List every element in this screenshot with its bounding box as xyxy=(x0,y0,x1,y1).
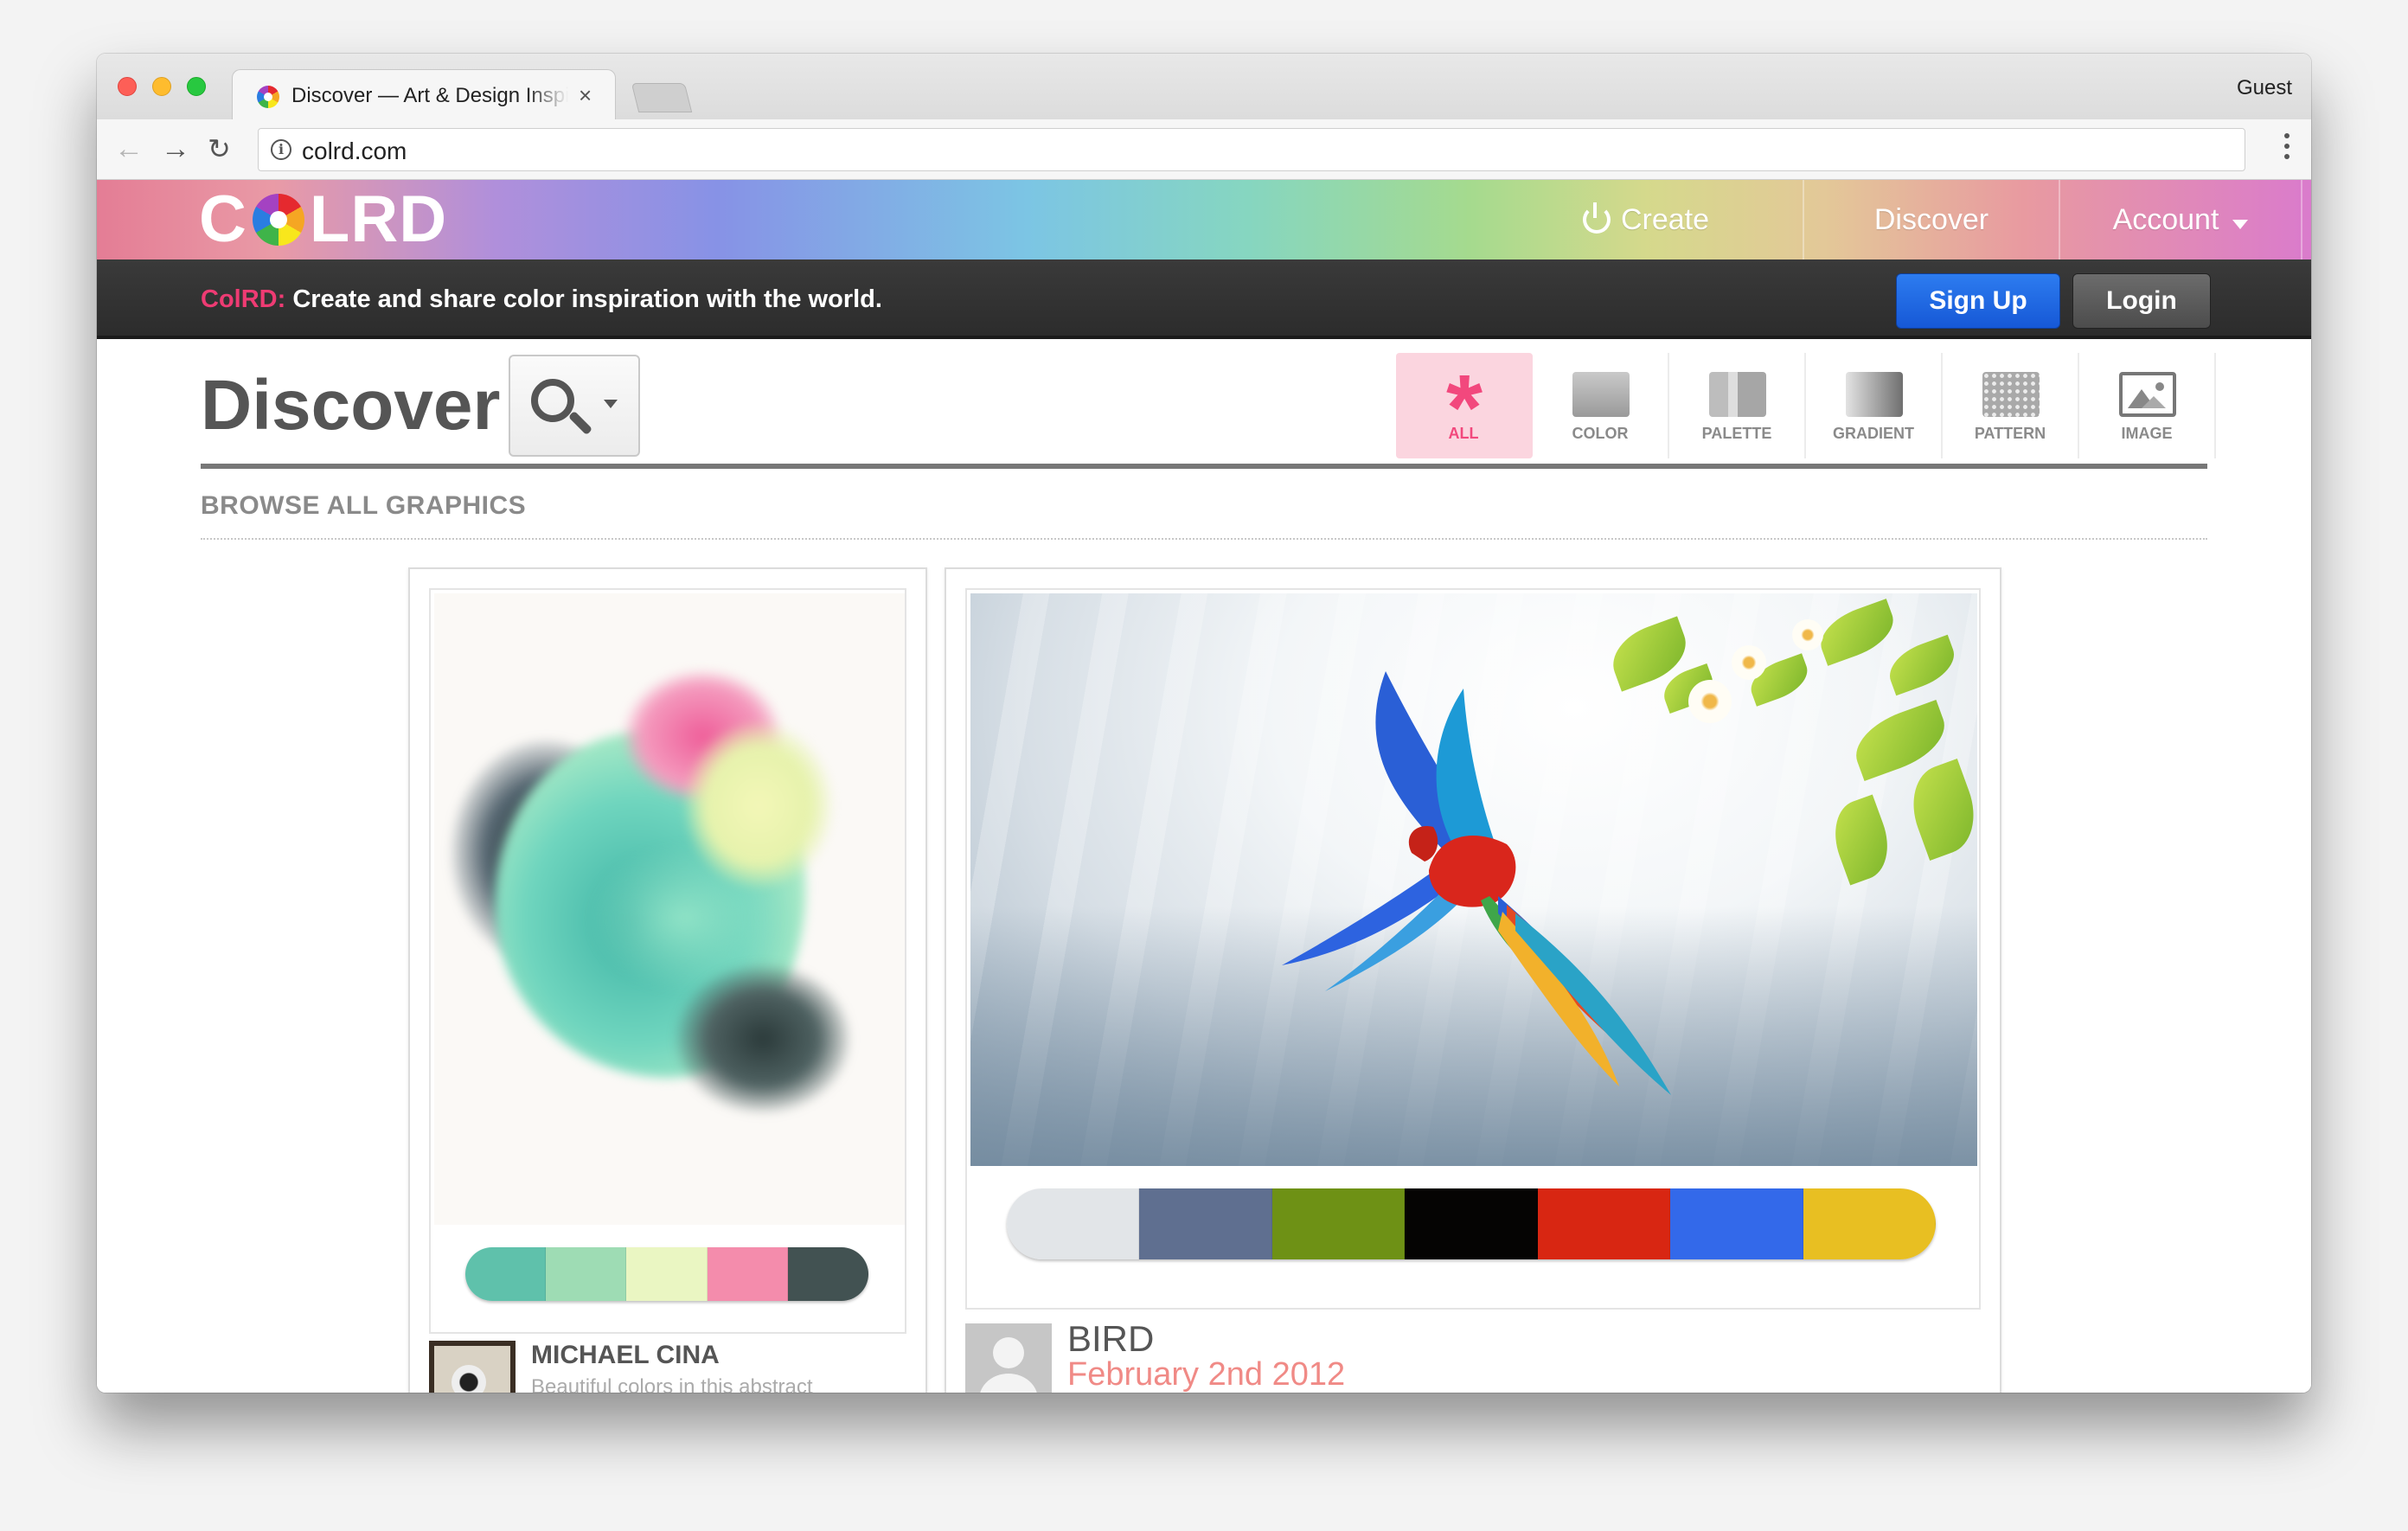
back-arrow-icon[interactable]: ← xyxy=(114,128,144,170)
logo-text-left: C xyxy=(199,183,247,256)
browser-toolbar: ← → ↻ i colrd.com xyxy=(97,119,2311,180)
graphic-card[interactable]: MICHAEL CINA Beautiful colors in this ab… xyxy=(408,567,927,1393)
nav-discover[interactable]: Discover xyxy=(1804,180,2060,259)
filter-label: PATTERN xyxy=(1974,425,2046,442)
close-window-button[interactable] xyxy=(118,77,137,96)
sign-up-button[interactable]: Sign Up xyxy=(1896,273,2060,329)
author-avatar[interactable] xyxy=(429,1341,516,1393)
tagline-text: Create and share color inspiration with … xyxy=(285,285,882,313)
colrd-logo[interactable]: C LRD xyxy=(199,185,447,254)
tagline: ColRD: Create and share color inspiratio… xyxy=(201,285,882,314)
new-tab-button[interactable] xyxy=(631,83,693,112)
palette-swatch[interactable] xyxy=(707,1247,788,1301)
card-description: Beautiful colors in this abstract xyxy=(531,1375,813,1393)
palette-icon xyxy=(1709,372,1766,417)
site-header: C LRD Create Discover Account xyxy=(97,180,2311,259)
nav-create-label: Create xyxy=(1620,202,1710,236)
nav-account[interactable]: Account xyxy=(2060,180,2302,259)
graphic-card[interactable]: BIRD February 2nd 2012 xyxy=(945,567,2001,1393)
card-title[interactable]: BIRD xyxy=(1067,1318,1154,1360)
parrot-photo-image[interactable] xyxy=(970,593,1977,1166)
palette-swatch[interactable] xyxy=(546,1247,627,1301)
card-date: February 2nd 2012 xyxy=(1067,1356,1346,1393)
address-bar[interactable]: i colrd.com xyxy=(258,128,2245,171)
palette-swatch[interactable] xyxy=(1007,1188,1140,1259)
filter-label: PALETTE xyxy=(1701,425,1772,442)
tab-close-icon[interactable]: × xyxy=(579,82,592,109)
asterisk-icon: * xyxy=(1445,355,1483,459)
title-bar: Discover — Art & Design Inspiration × Gu… xyxy=(97,54,2311,121)
nav-account-label: Account xyxy=(2112,202,2219,236)
filter-tabs: * ALL COLOR PALETTE GRADIENT PATTERN IMA… xyxy=(1396,353,2216,458)
filter-label: GRADIENT xyxy=(1833,425,1914,442)
card-inner xyxy=(429,588,906,1334)
author-name[interactable]: MICHAEL CINA xyxy=(531,1341,720,1370)
palette-swatch[interactable] xyxy=(1139,1188,1272,1259)
browser-menu-icon[interactable] xyxy=(2283,130,2290,168)
filter-pattern[interactable]: PATTERN xyxy=(1943,353,2079,458)
dotted-divider xyxy=(201,538,2207,540)
filter-color[interactable]: COLOR xyxy=(1533,353,1669,458)
discover-page: Discover * ALL COLOR PALETTE GRADIENT PA… xyxy=(97,339,2311,1393)
logo-text-right: LRD xyxy=(309,183,448,256)
color-palette[interactable] xyxy=(465,1247,868,1301)
tagline-brand: ColRD: xyxy=(201,285,286,313)
filter-label: COLOR xyxy=(1572,425,1629,442)
color-wheel-icon xyxy=(252,194,304,246)
colrd-favicon-icon xyxy=(257,86,279,108)
gradient-icon xyxy=(1846,372,1903,417)
tagline-bar: ColRD: Create and share color inspiratio… xyxy=(97,259,2311,339)
image-icon xyxy=(2119,372,2176,417)
reload-icon[interactable]: ↻ xyxy=(208,128,231,170)
palette-swatch[interactable] xyxy=(1537,1188,1671,1259)
info-icon[interactable]: i xyxy=(271,139,291,160)
caret-down-icon xyxy=(2232,219,2249,229)
palette-swatch[interactable] xyxy=(626,1247,708,1301)
pattern-icon xyxy=(1982,372,2040,417)
parrot-illustration xyxy=(1282,671,1671,1095)
palette-swatch[interactable] xyxy=(1670,1188,1803,1259)
nav-discover-label: Discover xyxy=(1873,202,1989,236)
color-palette[interactable] xyxy=(1007,1188,1936,1259)
filter-label: ALL xyxy=(1448,425,1479,442)
profile-label[interactable]: Guest xyxy=(2237,76,2292,100)
abstract-artwork-image[interactable] xyxy=(434,593,905,1225)
filter-palette[interactable]: PALETTE xyxy=(1669,353,1806,458)
chevron-down-icon xyxy=(604,400,618,408)
search-icon-handle xyxy=(567,410,593,436)
palette-swatch[interactable] xyxy=(787,1247,868,1301)
nav-create[interactable]: Create xyxy=(1489,180,1804,259)
palette-swatch[interactable] xyxy=(1271,1188,1406,1259)
search-button[interactable] xyxy=(509,355,640,457)
divider xyxy=(201,464,2207,469)
palette-swatch[interactable] xyxy=(1405,1188,1538,1259)
palette-swatch[interactable] xyxy=(1803,1188,1936,1259)
zoom-window-button[interactable] xyxy=(187,77,206,96)
search-icon xyxy=(531,379,574,422)
palette-swatch[interactable] xyxy=(465,1247,547,1301)
filter-image[interactable]: IMAGE xyxy=(2079,353,2216,458)
filter-gradient[interactable]: GRADIENT xyxy=(1806,353,1943,458)
section-heading: BROWSE ALL GRAPHICS xyxy=(201,491,527,520)
power-icon xyxy=(1582,202,1611,234)
browser-window: Discover — Art & Design Inspiration × Gu… xyxy=(97,54,2311,1393)
filter-all[interactable]: * ALL xyxy=(1396,353,1533,458)
avatar[interactable] xyxy=(965,1323,1052,1393)
filter-label: IMAGE xyxy=(2121,425,2173,442)
card-inner xyxy=(965,588,1981,1310)
forward-arrow-icon[interactable]: → xyxy=(161,128,190,170)
browser-tab[interactable]: Discover — Art & Design Inspiration × xyxy=(232,69,616,121)
color-swatch-icon xyxy=(1572,372,1630,417)
url-text[interactable]: colrd.com xyxy=(302,138,407,165)
page-title: Discover xyxy=(201,366,501,445)
minimize-window-button[interactable] xyxy=(152,77,171,96)
tab-title: Discover — Art & Design Inspiration xyxy=(291,84,568,107)
login-button[interactable]: Login xyxy=(2072,273,2211,329)
